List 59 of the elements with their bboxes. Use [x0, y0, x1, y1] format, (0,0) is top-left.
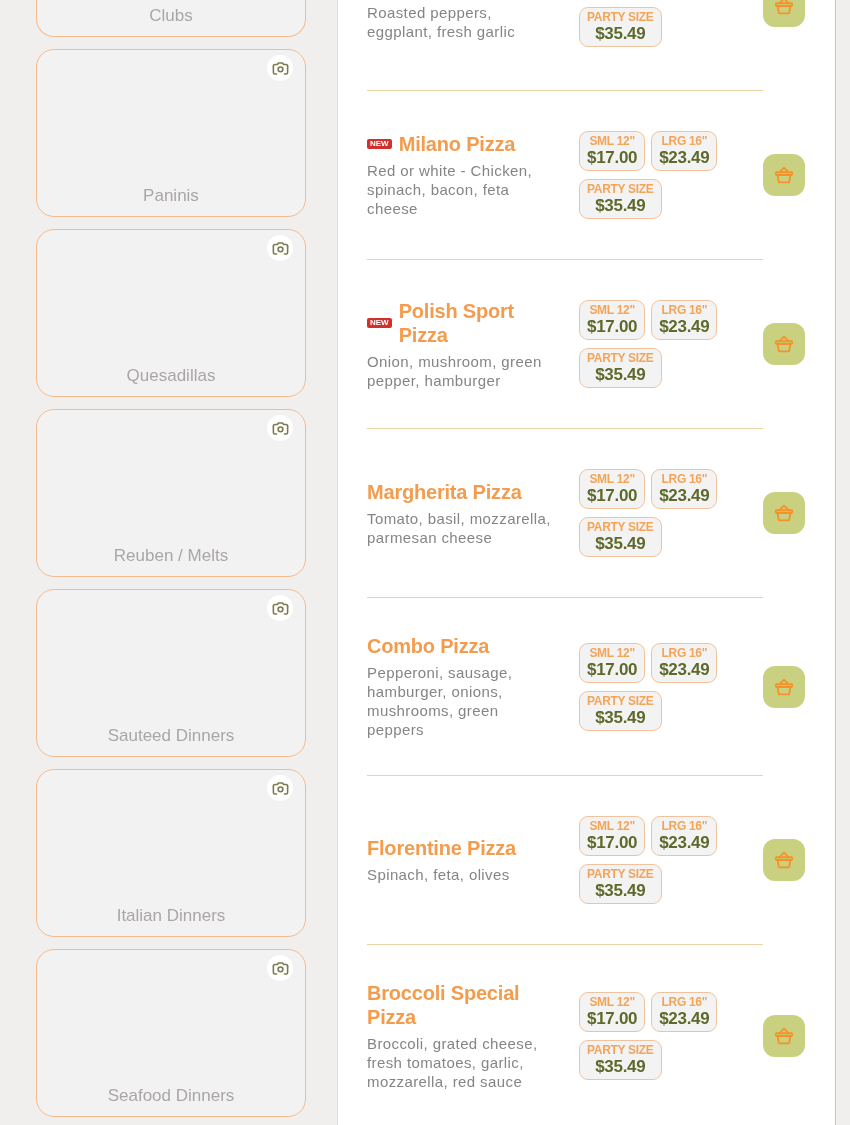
item-description: Red or white - Chicken, spinach, bacon, feta cheese	[367, 161, 534, 218]
item-description: Pepperoni, sausage, hamburger, onions, mushrooms, green peppers	[367, 663, 514, 739]
item-title: Combo Pizza	[367, 634, 490, 658]
category-title: Reuben / Melts	[113, 545, 229, 567]
category-title: Clubs	[149, 5, 193, 27]
camera-icon[interactable]	[267, 55, 293, 81]
camera-icon[interactable]	[267, 415, 293, 441]
item-title: Milano Pizza	[398, 132, 516, 156]
size-price-button[interactable]: PARTY SIZE $35.49	[579, 1040, 662, 1080]
add-to-basket-button[interactable]	[763, 665, 805, 708]
add-to-basket-button[interactable]	[763, 154, 805, 196]
add-to-basket-button[interactable]	[763, 839, 805, 881]
size-price-button[interactable]: SML 12" $17.00	[579, 131, 646, 171]
new-badge: NEW	[367, 317, 392, 328]
add-to-basket-button[interactable]	[763, 323, 805, 365]
new-badge: NEW	[367, 139, 392, 149]
camera-icon[interactable]	[267, 235, 293, 261]
basket-icon	[773, 333, 795, 355]
size-price-button[interactable]: LRG 16" $23.49	[651, 131, 718, 171]
camera-icon[interactable]	[267, 775, 293, 801]
size-price-button[interactable]: SML 12" $17.00	[579, 469, 646, 509]
size-price-button[interactable]: LRG 16" $23.49	[651, 816, 718, 856]
camera-icon[interactable]	[267, 955, 293, 981]
category-title: Quesadillas	[126, 365, 216, 387]
add-to-basket-button[interactable]	[763, 492, 805, 534]
size-price-button[interactable]: LRG 16" $23.49	[651, 300, 718, 340]
basket-icon	[773, 502, 795, 524]
size-price-button[interactable]: PARTY SIZE $35.49	[579, 864, 662, 904]
size-price-button[interactable]: PARTY SIZE $35.49	[579, 517, 662, 557]
category-title: Seafood Dinners	[107, 1085, 235, 1107]
item-description: Onion, mushroom, green pepper, hamburger	[367, 351, 543, 390]
item-description: Spinach, feta, olives	[367, 865, 511, 884]
basket-icon	[773, 1025, 795, 1047]
item-title: Margherita Pizza	[367, 479, 522, 504]
size-price-button[interactable]: LRG 16" $23.49	[651, 642, 718, 683]
size-price-button[interactable]: PARTY SIZE $35.49	[579, 179, 662, 219]
camera-icon[interactable]	[267, 595, 293, 621]
basket-icon	[773, 164, 795, 186]
basket-icon	[773, 0, 795, 17]
size-price-button[interactable]: SML 12" $17.00	[579, 992, 646, 1032]
size-price-button[interactable]: LRG 16" $23.49	[651, 992, 718, 1032]
size-price-button[interactable]: PARTY SIZE $35.49	[579, 7, 662, 47]
size-price-button[interactable]: PARTY SIZE $35.49	[579, 690, 662, 731]
category-title: Paninis	[143, 185, 199, 207]
item-description: Roasted peppers, eggplant, fresh garlic	[367, 3, 517, 41]
size-price-button[interactable]: SML 12" $17.00	[579, 300, 646, 340]
item-description: Tomato, basil, mozzarella, parmesan cheese	[367, 508, 551, 547]
category-title: Italian Dinners	[116, 905, 226, 927]
item-title: Polish Sport Pizza	[398, 298, 516, 347]
size-price-button[interactable]: SML 12" $17.00	[579, 816, 646, 856]
item-description: Broccoli, grated cheese, fresh tomatoes, garlic, mozzarella, red sauce	[367, 1034, 539, 1091]
category-title: Sauteed Dinners	[107, 725, 235, 747]
size-price-button[interactable]: SML 12" $17.00	[579, 642, 646, 683]
item-title: Broccoli Special Pizza	[367, 981, 521, 1029]
basket-icon	[773, 849, 795, 871]
size-price-button[interactable]: PARTY SIZE $35.49	[579, 348, 662, 388]
add-to-basket-button[interactable]	[763, 1015, 805, 1057]
item-title: Florentine Pizza	[367, 836, 517, 860]
size-price-button[interactable]: LRG 16" $23.49	[651, 469, 718, 509]
